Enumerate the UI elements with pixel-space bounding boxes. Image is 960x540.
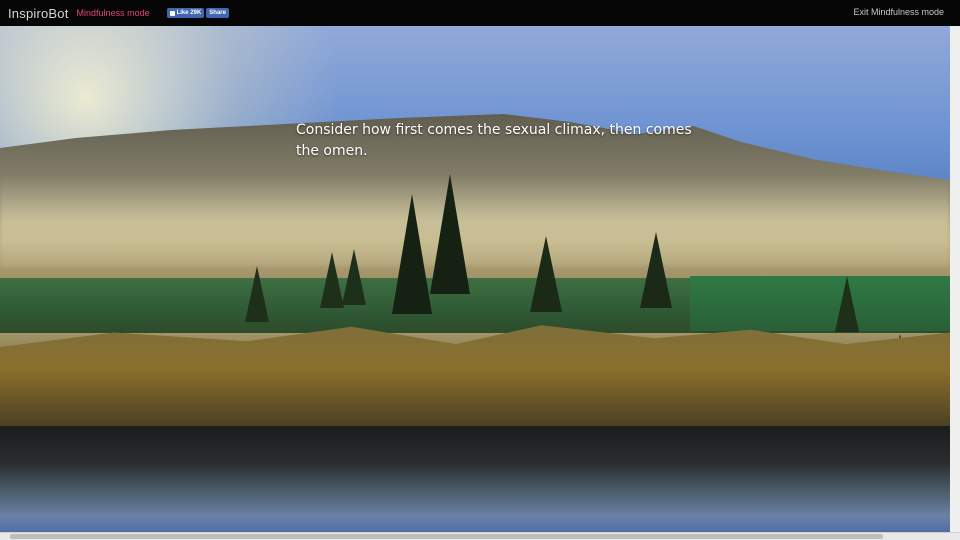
- pine-tree: [640, 232, 672, 308]
- top-bar: InspiroBot Mindfulness mode Like 29K Sha…: [0, 0, 960, 26]
- facebook-share-button[interactable]: Share: [206, 8, 229, 18]
- facebook-like-button[interactable]: Like 29K: [166, 8, 205, 18]
- pine-tree: [835, 276, 859, 332]
- pine-tree: [245, 266, 269, 322]
- background-scene: Consider how first comes the sexual clim…: [0, 26, 950, 532]
- facebook-buttons: Like 29K Share: [166, 8, 229, 18]
- pine-tree: [320, 252, 344, 308]
- horizontal-scrollbar-thumb[interactable]: [10, 534, 883, 539]
- pine-tree: [392, 194, 432, 314]
- exit-mindfulness-link[interactable]: Exit Mindfulness mode: [853, 7, 944, 17]
- mode-label: Mindfulness mode: [76, 8, 150, 18]
- horizontal-scrollbar[interactable]: [0, 532, 960, 540]
- fog-layer: [0, 176, 950, 266]
- vertical-scrollbar[interactable]: [950, 26, 960, 532]
- facebook-share-label: Share: [209, 10, 226, 16]
- pine-tree: [530, 236, 562, 312]
- facebook-like-label: Like 29K: [176, 10, 202, 16]
- lake-reflection: [0, 426, 950, 532]
- brand-logo[interactable]: InspiroBot: [8, 6, 69, 21]
- pine-tree: [342, 249, 366, 305]
- inspirational-quote: Consider how first comes the sexual clim…: [296, 122, 692, 159]
- thumbs-up-icon: [169, 10, 175, 16]
- pine-tree: [430, 174, 470, 294]
- green-field-right: [690, 276, 950, 331]
